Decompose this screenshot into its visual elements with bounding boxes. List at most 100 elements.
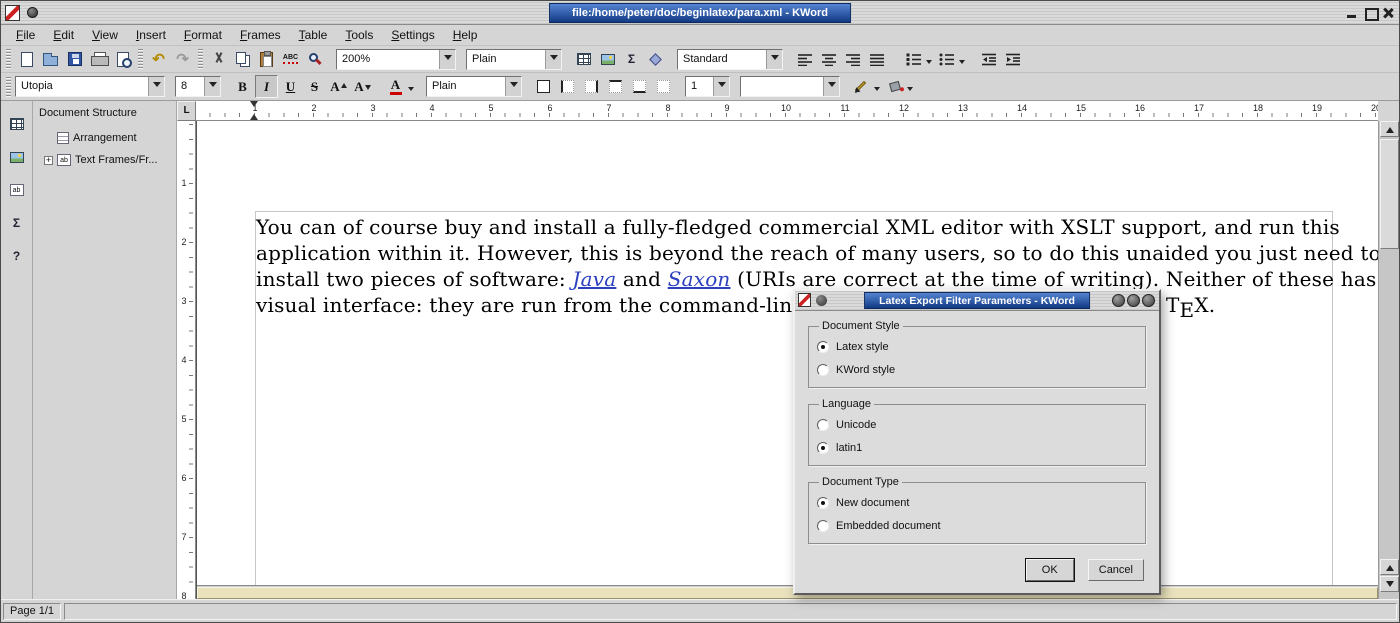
radio-icon[interactable] — [817, 364, 829, 376]
radio-icon[interactable] — [817, 419, 829, 431]
text-frame-tool-button[interactable]: ab — [4, 177, 30, 203]
toolbar-handle[interactable] — [6, 49, 11, 69]
border-top-button[interactable] — [604, 75, 627, 98]
radio-embedded-document[interactable]: Embedded document — [817, 514, 1137, 537]
window-titlebar[interactable]: file:/home/peter/doc/beginlatex/para.xml… — [1, 1, 1399, 25]
object-tool-button[interactable]: ? — [4, 243, 30, 269]
font-color-button[interactable]: A — [384, 75, 407, 98]
picture-tool-button[interactable] — [4, 144, 30, 170]
dialog-minimize-icon[interactable] — [1112, 294, 1125, 307]
insert-table-button[interactable] — [572, 48, 595, 71]
font-size-combobox[interactable]: 8 — [175, 76, 221, 97]
menu-item[interactable]: Tools — [336, 26, 382, 44]
align-right-button[interactable] — [841, 48, 864, 71]
radio-latex-style[interactable]: Latex style — [817, 335, 1137, 358]
insert-picture-button[interactable] — [596, 48, 619, 71]
paste-button[interactable] — [255, 48, 278, 71]
spellcheck-button[interactable]: ABC — [279, 48, 302, 71]
tab-selector[interactable]: L — [177, 101, 196, 121]
insert-object-button[interactable] — [644, 48, 667, 71]
paragraph-style-dropdown-button[interactable] — [766, 50, 782, 69]
toolbar-handle[interactable] — [6, 77, 11, 97]
ok-button[interactable]: OK — [1026, 559, 1074, 581]
menu-item[interactable]: View — [83, 26, 127, 44]
align-center-button[interactable] — [817, 48, 840, 71]
paragraph-style-combobox[interactable]: Standard — [677, 49, 783, 70]
minimize-icon[interactable] — [1344, 5, 1360, 21]
save-button[interactable] — [63, 48, 86, 71]
radio-unicode[interactable]: Unicode — [817, 413, 1137, 436]
border-width-dropdown-button[interactable] — [713, 77, 729, 96]
bullet-list-dropdown-icon[interactable] — [959, 60, 965, 67]
decrease-indent-button[interactable] — [977, 48, 1000, 71]
font-size-dropdown-button[interactable] — [204, 77, 220, 96]
horizontal-scrollbar-thumb[interactable] — [197, 587, 1378, 599]
numbered-list-dropdown-icon[interactable] — [926, 60, 932, 67]
kword-app-icon[interactable] — [5, 5, 20, 21]
radio-icon[interactable] — [817, 520, 829, 532]
background-color-button[interactable] — [883, 75, 906, 98]
dialog-sticky-icon[interactable] — [816, 295, 827, 306]
radio-icon[interactable] — [817, 341, 829, 353]
print-preview-button[interactable] — [111, 48, 134, 71]
redo-button[interactable]: ↷ — [171, 48, 194, 71]
border-none-button[interactable] — [652, 75, 675, 98]
align-left-button[interactable] — [793, 48, 816, 71]
numbered-list-button[interactable] — [902, 48, 925, 71]
dialog-titlebar[interactable]: Latex Export Filter Parameters - KWord — [795, 291, 1159, 311]
vertical-ruler[interactable]: 12345678 — [177, 121, 196, 599]
italic-button[interactable]: I — [255, 75, 278, 98]
maximize-icon[interactable] — [1362, 5, 1378, 21]
menu-item[interactable]: Help — [444, 26, 487, 44]
cancel-button[interactable]: Cancel — [1088, 559, 1144, 581]
vertical-scrollbar-thumb[interactable] — [1380, 139, 1399, 249]
style-combobox[interactable]: Plain — [466, 49, 562, 70]
left-indent-marker[interactable] — [250, 110, 258, 120]
table-tool-button[interactable] — [4, 111, 30, 137]
bullet-list-button[interactable] — [935, 48, 958, 71]
find-button[interactable] — [303, 48, 326, 71]
sticky-pin-icon[interactable] — [27, 7, 38, 18]
char-style-dropdown-button[interactable] — [505, 77, 521, 96]
new-document-button[interactable] — [15, 48, 38, 71]
border-style-combobox[interactable] — [740, 76, 840, 97]
border-left-button[interactable] — [556, 75, 579, 98]
copy-button[interactable] — [231, 48, 254, 71]
strikethrough-button[interactable]: S — [303, 75, 326, 98]
font-color-dropdown-icon[interactable] — [408, 87, 414, 94]
radio-latin1[interactable]: latin1 — [817, 436, 1137, 459]
border-outline-button[interactable] — [532, 75, 555, 98]
menu-item[interactable]: File — [7, 26, 44, 44]
horizontal-scrollbar[interactable] — [197, 585, 1378, 599]
char-style-combobox[interactable]: Plain — [426, 76, 522, 97]
radio-kword-style[interactable]: KWord style — [817, 358, 1137, 381]
cut-button[interactable] — [207, 48, 230, 71]
increase-indent-button[interactable] — [1001, 48, 1024, 71]
undo-button[interactable]: ↶ — [147, 48, 170, 71]
border-right-button[interactable] — [580, 75, 603, 98]
border-width-combobox[interactable]: 1 — [685, 76, 730, 97]
dialog-close-icon[interactable] — [1142, 294, 1155, 307]
background-color-dropdown-icon[interactable] — [907, 87, 913, 94]
border-style-dropdown-button[interactable] — [823, 77, 839, 96]
font-family-dropdown-button[interactable] — [148, 77, 164, 96]
open-button[interactable] — [39, 48, 62, 71]
menu-item[interactable]: Frames — [231, 26, 290, 44]
align-justify-button[interactable] — [865, 48, 888, 71]
menu-item[interactable]: Insert — [127, 26, 175, 44]
border-color-button[interactable] — [850, 75, 873, 98]
print-button[interactable] — [87, 48, 110, 71]
bold-button[interactable]: B — [231, 75, 254, 98]
menu-item[interactable]: Format — [175, 26, 231, 44]
toolbar-handle[interactable] — [198, 49, 203, 69]
tree-item-text-frames[interactable]: + ab Text Frames/Fr... — [33, 149, 176, 171]
scroll-down-button[interactable] — [1380, 576, 1399, 592]
scroll-up-button[interactable] — [1380, 121, 1399, 137]
expander-plus-icon[interactable]: + — [44, 156, 53, 165]
zoom-dropdown-button[interactable] — [439, 50, 455, 69]
font-family-combobox[interactable]: Utopia — [15, 76, 165, 97]
dialog-maximize-icon[interactable] — [1127, 294, 1140, 307]
vertical-scrollbar[interactable] — [1378, 121, 1399, 599]
border-color-dropdown-icon[interactable] — [874, 87, 880, 94]
java-link[interactable]: Java — [572, 267, 616, 291]
